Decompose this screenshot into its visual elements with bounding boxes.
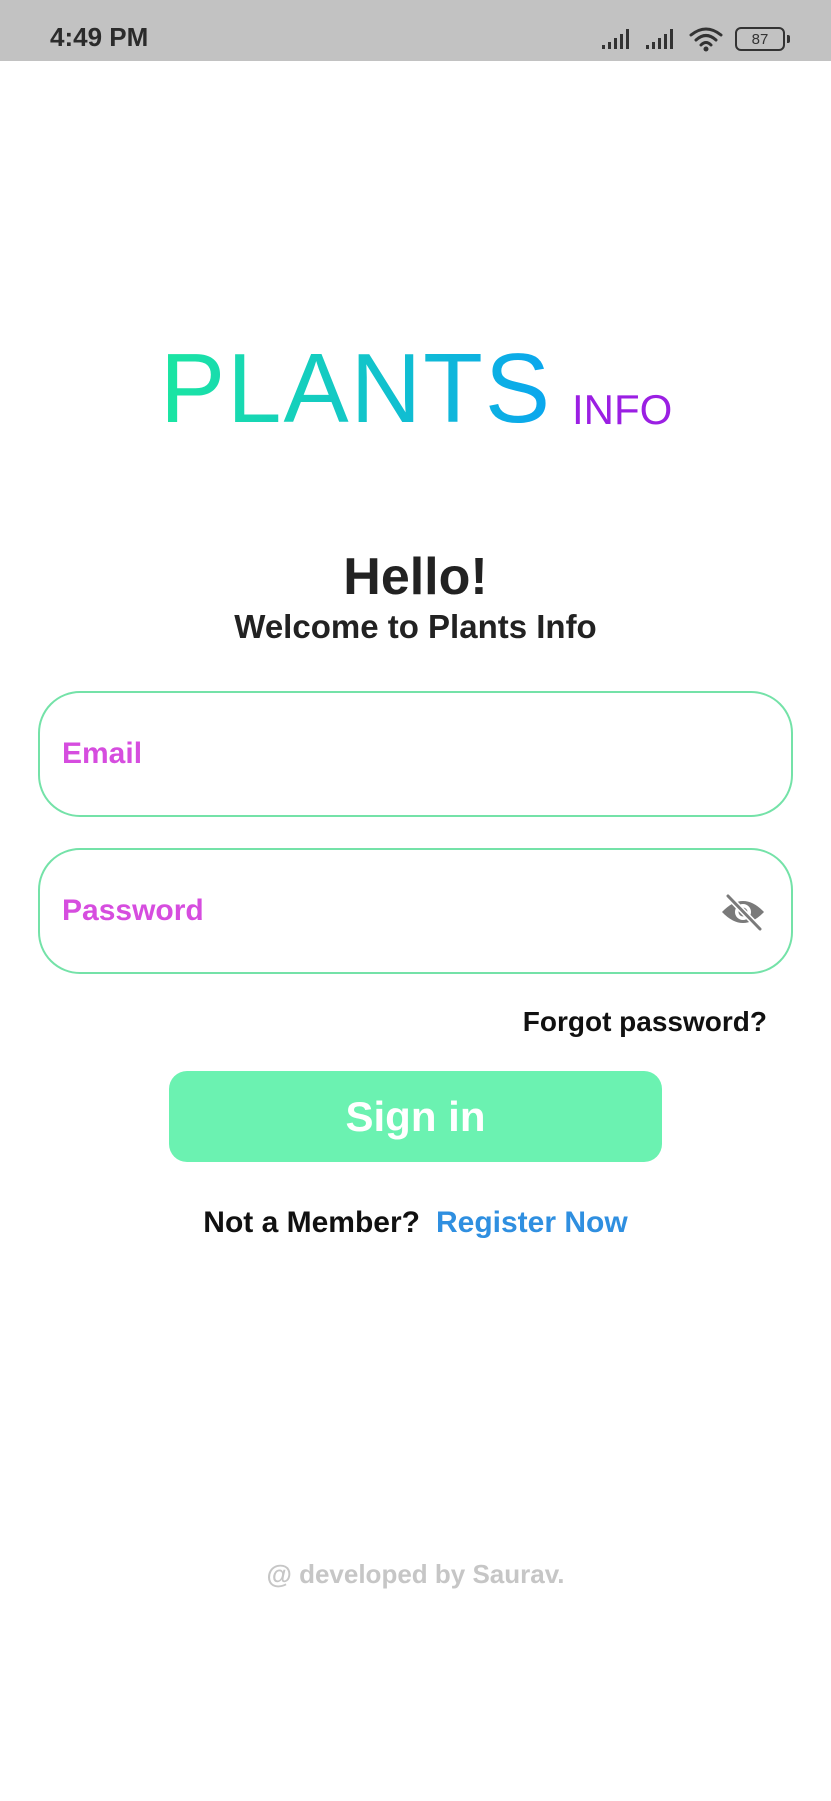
password-field[interactable] bbox=[62, 850, 702, 972]
battery-level: 87 bbox=[751, 30, 769, 48]
logo-main-text: PLANTS bbox=[160, 338, 552, 438]
logo-sub-text: INFO bbox=[572, 386, 672, 433]
battery-icon: 87 bbox=[735, 27, 790, 51]
wifi-icon bbox=[689, 27, 723, 52]
register-row: Not a Member? Register Now bbox=[0, 1203, 831, 1243]
status-time: 4:49 PM bbox=[50, 22, 149, 52]
password-field-container bbox=[38, 848, 793, 974]
status-bar: 4:49 PM 87 bbox=[0, 0, 831, 61]
not-member-text: Not a Member? bbox=[203, 1206, 420, 1239]
password-visibility-toggle[interactable] bbox=[719, 890, 767, 934]
forgot-password-link[interactable]: Forgot password? bbox=[523, 1005, 767, 1039]
email-field[interactable] bbox=[62, 693, 702, 815]
greeting-subtitle: Welcome to Plants Info bbox=[234, 608, 597, 645]
sign-in-button[interactable]: Sign in bbox=[169, 1071, 662, 1162]
email-field-container bbox=[38, 691, 793, 817]
greeting-title: Hello! bbox=[343, 548, 488, 606]
register-now-link[interactable]: Register Now bbox=[436, 1203, 628, 1243]
cellular-signal-icon bbox=[646, 29, 673, 49]
status-icons: 87 bbox=[601, 22, 790, 56]
plants-info-logo: PLANTS INFO bbox=[160, 338, 672, 438]
cellular-signal-icon bbox=[602, 29, 629, 49]
developer-credit: @ developed by Saurav. bbox=[266, 1559, 565, 1589]
eye-off-icon bbox=[722, 893, 764, 932]
